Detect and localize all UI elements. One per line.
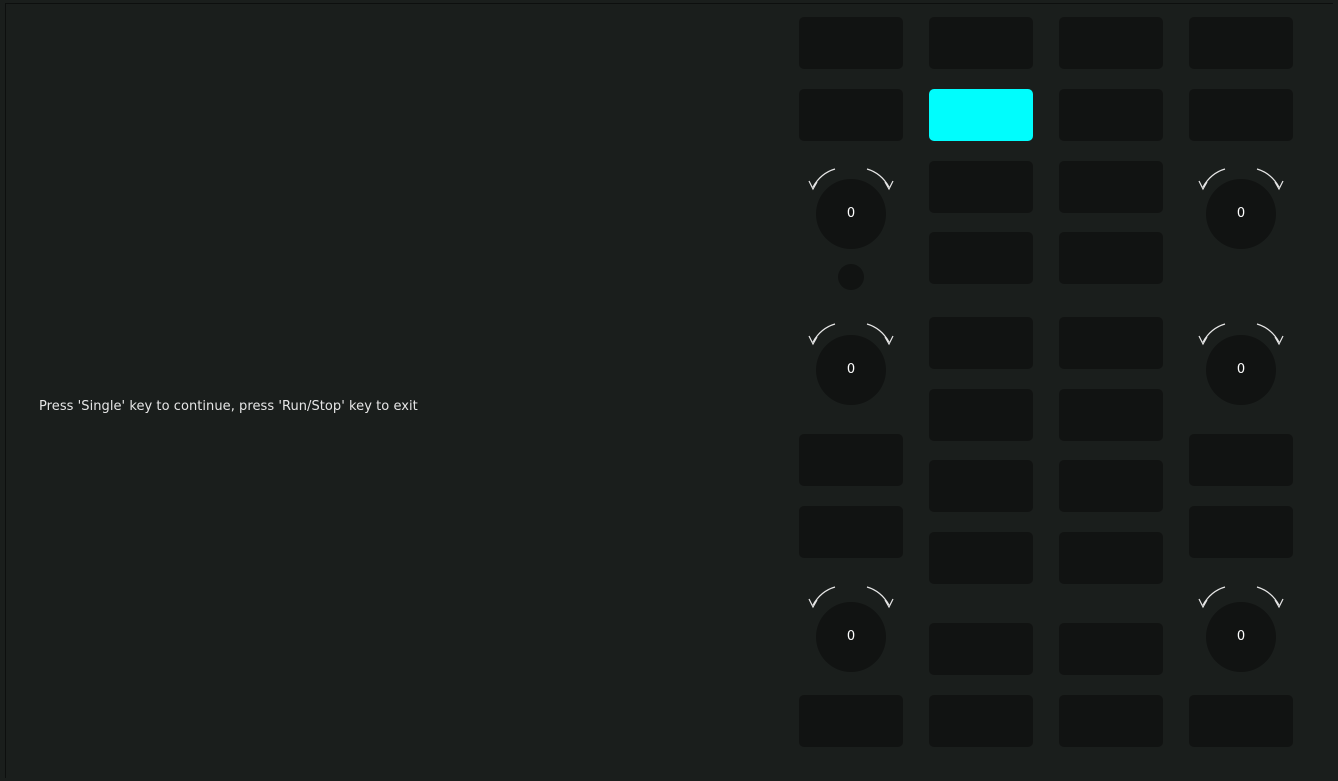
key-r4-c2[interactable] bbox=[929, 232, 1033, 284]
key-r3-c3[interactable] bbox=[1059, 161, 1163, 213]
knob-left-3-value: 0 bbox=[846, 629, 856, 644]
instruction-message: Press 'Single' key to continue, press 'R… bbox=[39, 399, 418, 414]
key-r10-c2[interactable] bbox=[929, 695, 1033, 747]
knob-right-1-value: 0 bbox=[1236, 206, 1246, 221]
knob-left-2[interactable]: 0 bbox=[816, 335, 886, 405]
test-screen: Press 'Single' key to continue, press 'R… bbox=[5, 3, 1333, 778]
key-r2-c4[interactable] bbox=[1189, 89, 1293, 141]
key-r7-c4[interactable] bbox=[1189, 434, 1293, 486]
key-r8-c4[interactable] bbox=[1189, 506, 1293, 558]
key-r3-c2[interactable] bbox=[929, 161, 1033, 213]
key-r10-c4[interactable] bbox=[1189, 695, 1293, 747]
key-r6-c3[interactable] bbox=[1059, 389, 1163, 441]
key-r6-c2[interactable] bbox=[929, 389, 1033, 441]
key-r4-c3[interactable] bbox=[1059, 232, 1163, 284]
key-r2-c3[interactable] bbox=[1059, 89, 1163, 141]
key-r1-c3[interactable] bbox=[1059, 17, 1163, 69]
key-r10-c3[interactable] bbox=[1059, 695, 1163, 747]
key-r7-c3[interactable] bbox=[1059, 460, 1163, 512]
key-r8-c2[interactable] bbox=[929, 532, 1033, 584]
knob-right-3[interactable]: 0 bbox=[1206, 602, 1276, 672]
knob-left-2-value: 0 bbox=[846, 362, 856, 377]
key-r7-c1[interactable] bbox=[799, 434, 903, 486]
key-r5-c2[interactable] bbox=[929, 317, 1033, 369]
key-r2-c1[interactable] bbox=[799, 89, 903, 141]
knob-right-2[interactable]: 0 bbox=[1206, 335, 1276, 405]
knob-right-3-value: 0 bbox=[1236, 629, 1246, 644]
key-r1-c4[interactable] bbox=[1189, 17, 1293, 69]
knob-right-2-value: 0 bbox=[1236, 362, 1246, 377]
key-r1-c2[interactable] bbox=[929, 17, 1033, 69]
key-r9-c2[interactable] bbox=[929, 623, 1033, 675]
indicator-led bbox=[838, 264, 864, 290]
key-r8-c3[interactable] bbox=[1059, 532, 1163, 584]
knob-left-1-value: 0 bbox=[846, 206, 856, 221]
knob-left-3[interactable]: 0 bbox=[816, 602, 886, 672]
key-r1-c1[interactable] bbox=[799, 17, 903, 69]
key-r10-c1[interactable] bbox=[799, 695, 903, 747]
key-r8-c1[interactable] bbox=[799, 506, 903, 558]
key-r5-c3[interactable] bbox=[1059, 317, 1163, 369]
key-r2-c2-active[interactable] bbox=[929, 89, 1033, 141]
key-r7-c2[interactable] bbox=[929, 460, 1033, 512]
knob-left-1[interactable]: 0 bbox=[816, 179, 886, 249]
key-r9-c3[interactable] bbox=[1059, 623, 1163, 675]
knob-right-1[interactable]: 0 bbox=[1206, 179, 1276, 249]
